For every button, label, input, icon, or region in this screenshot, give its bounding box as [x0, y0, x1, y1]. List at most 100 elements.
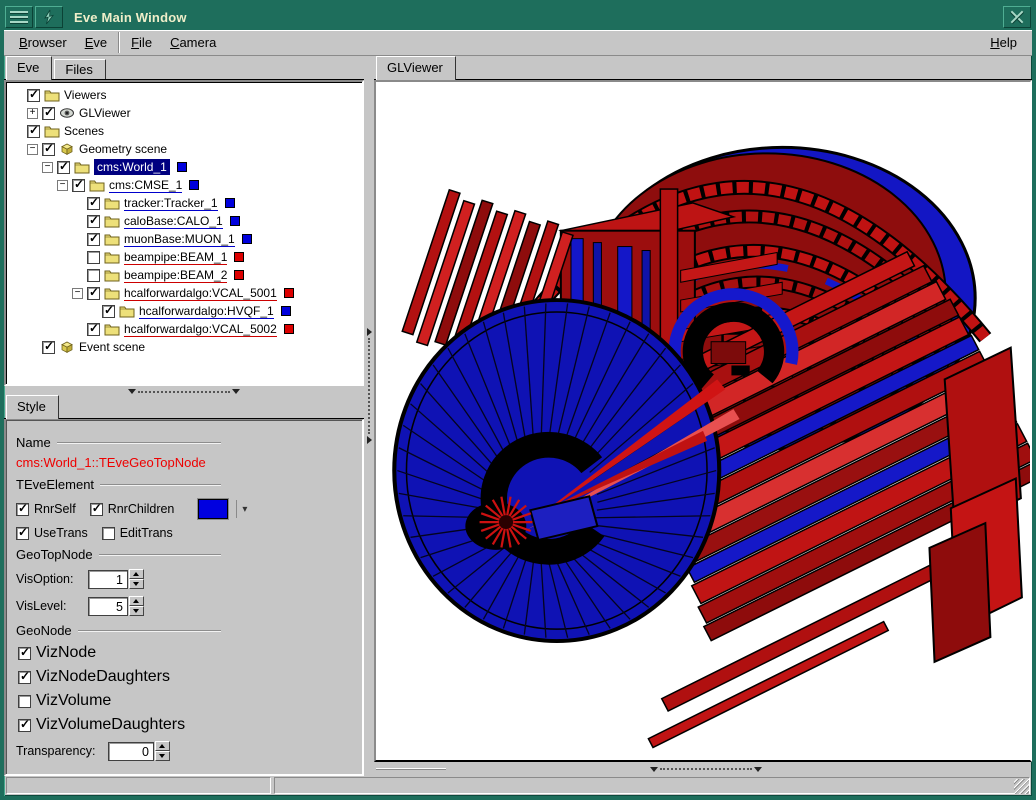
tree-row[interactable]: − cms:CMSE_1	[10, 176, 360, 194]
tree-expander[interactable]: −	[27, 144, 38, 155]
vizvolumedaughters-checkbox-box[interactable]	[18, 719, 31, 732]
tree-item-label[interactable]: GLViewer	[79, 106, 131, 120]
color-dropdown-arrow[interactable]: ▾	[236, 500, 247, 518]
usetrans-checkbox[interactable]: UseTrans	[16, 526, 88, 540]
tree-item-label[interactable]: cms:World_1	[94, 159, 170, 175]
tree-item-label[interactable]: muonBase:MUON_1	[124, 232, 235, 247]
rnrchildren-checkbox-box[interactable]	[90, 503, 103, 516]
gl-viewport[interactable]	[374, 80, 1032, 762]
edittrans-checkbox-box[interactable]	[102, 527, 115, 540]
titlebar[interactable]: Eve Main Window	[4, 4, 1032, 30]
visoption-input[interactable]: 1	[88, 570, 128, 589]
tree-row[interactable]: Scenes	[10, 122, 360, 140]
vizvolumedaughters-checkbox[interactable]: VizVolumeDaughters	[18, 716, 354, 734]
tree-color-square[interactable]	[225, 198, 235, 208]
rnrchildren-checkbox[interactable]: RnrChildren	[90, 502, 175, 516]
tree-row[interactable]: − cms:World_1	[10, 158, 360, 176]
tree-row[interactable]: hcalforwardalgo:VCAL_5002	[10, 320, 360, 338]
tree-checkbox[interactable]	[87, 215, 100, 228]
tree-row[interactable]: hcalforwardalgo:HVQF_1	[10, 302, 360, 320]
tree-checkbox[interactable]	[27, 89, 40, 102]
tree-color-square[interactable]	[242, 234, 252, 244]
tree-row[interactable]: beampipe:BEAM_1	[10, 248, 360, 266]
vislevel-input[interactable]: 5	[88, 597, 128, 616]
tree-expander[interactable]: −	[57, 180, 68, 191]
tree-item-label[interactable]: hcalforwardalgo:VCAL_5001	[124, 286, 277, 301]
viznodedaughters-checkbox[interactable]: VizNodeDaughters	[18, 668, 354, 686]
tree-item-label[interactable]: caloBase:CALO_1	[124, 214, 223, 229]
tree-color-square[interactable]	[281, 306, 291, 316]
rnrself-checkbox[interactable]: RnrSelf	[16, 502, 76, 516]
menu-camera[interactable]: Camera	[161, 32, 225, 53]
gl-splitter-arrow[interactable]	[754, 767, 762, 772]
tree-expander[interactable]: +	[27, 108, 38, 119]
tree-checkbox[interactable]	[42, 143, 55, 156]
vsplitter-collapse-arrow[interactable]	[367, 436, 372, 444]
tree-checkbox[interactable]	[87, 269, 100, 282]
rnrself-checkbox-box[interactable]	[16, 503, 29, 516]
scene-tree[interactable]: Viewers + GLViewer Scenes − Geometry sce…	[4, 80, 364, 386]
tree-row[interactable]: muonBase:MUON_1	[10, 230, 360, 248]
tree-checkbox[interactable]	[87, 197, 100, 210]
visoption-spinner[interactable]	[129, 569, 144, 589]
vislevel-spinner[interactable]	[129, 596, 144, 616]
tree-item-label[interactable]: Geometry scene	[79, 142, 167, 156]
edittrans-checkbox[interactable]: EditTrans	[102, 526, 173, 540]
tree-item-label[interactable]: beampipe:BEAM_2	[124, 268, 227, 283]
tree-color-square[interactable]	[234, 252, 244, 262]
menu-help[interactable]: Help	[981, 32, 1026, 53]
tree-checkbox[interactable]	[102, 305, 115, 318]
tree-row[interactable]: Viewers	[10, 86, 360, 104]
window-menu-button[interactable]	[5, 6, 33, 28]
tab-glviewer[interactable]: GLViewer	[376, 56, 456, 80]
vizvolume-checkbox[interactable]: VizVolume	[18, 692, 354, 710]
splitter-collapse-arrow[interactable]	[232, 389, 240, 394]
gl-bottom-splitter[interactable]	[374, 762, 1032, 776]
tree-item-label[interactable]: tracker:Tracker_1	[124, 196, 218, 211]
tree-checkbox[interactable]	[87, 233, 100, 246]
tree-item-label[interactable]: Event scene	[79, 340, 145, 354]
menu-eve[interactable]: Eve	[76, 32, 116, 53]
tree-row[interactable]: tracker:Tracker_1	[10, 194, 360, 212]
resize-grip[interactable]	[1014, 779, 1029, 794]
main-color-swatch[interactable]	[198, 499, 228, 519]
tree-expander[interactable]: −	[42, 162, 53, 173]
tree-item-label[interactable]: hcalforwardalgo:HVQF_1	[139, 304, 274, 319]
tree-expander[interactable]: −	[72, 288, 83, 299]
vsplitter-collapse-arrow[interactable]	[367, 328, 372, 336]
tree-checkbox[interactable]	[42, 341, 55, 354]
transparency-spinner[interactable]	[155, 741, 170, 761]
tree-row[interactable]: − hcalforwardalgo:VCAL_5001	[10, 284, 360, 302]
close-button[interactable]	[1003, 6, 1031, 28]
tree-color-square[interactable]	[230, 216, 240, 226]
gl-splitter-handle[interactable]	[376, 768, 446, 770]
viznodedaughters-checkbox-box[interactable]	[18, 671, 31, 684]
usetrans-checkbox-box[interactable]	[16, 527, 29, 540]
tree-color-square[interactable]	[177, 162, 187, 172]
viznode-checkbox[interactable]: VizNode	[18, 644, 354, 662]
tree-item-label[interactable]: hcalforwardalgo:VCAL_5002	[124, 322, 277, 337]
tab-eve[interactable]: Eve	[6, 56, 52, 80]
tree-item-label[interactable]: beampipe:BEAM_1	[124, 250, 227, 265]
tab-style[interactable]: Style	[6, 395, 59, 419]
tab-files[interactable]: Files	[54, 59, 105, 79]
tree-row[interactable]: beampipe:BEAM_2	[10, 266, 360, 284]
tree-checkbox[interactable]	[72, 179, 85, 192]
tree-row[interactable]: − Geometry scene	[10, 140, 360, 158]
tree-item-label[interactable]: cms:CMSE_1	[109, 178, 182, 193]
transparency-input[interactable]: 0	[108, 742, 154, 761]
splitter-collapse-arrow[interactable]	[128, 389, 136, 394]
tree-row[interactable]: + GLViewer	[10, 104, 360, 122]
tree-item-label[interactable]: Scenes	[64, 124, 104, 138]
tree-color-square[interactable]	[284, 324, 294, 334]
gl-splitter-arrow[interactable]	[650, 767, 658, 772]
tree-checkbox[interactable]	[87, 251, 100, 264]
tree-checkbox[interactable]	[57, 161, 70, 174]
tree-checkbox[interactable]	[87, 287, 100, 300]
viznode-checkbox-box[interactable]	[18, 647, 31, 660]
vizvolume-checkbox-box[interactable]	[18, 695, 31, 708]
tree-checkbox[interactable]	[87, 323, 100, 336]
tree-color-square[interactable]	[234, 270, 244, 280]
tree-row[interactable]: caloBase:CALO_1	[10, 212, 360, 230]
tree-row[interactable]: Event scene	[10, 338, 360, 356]
